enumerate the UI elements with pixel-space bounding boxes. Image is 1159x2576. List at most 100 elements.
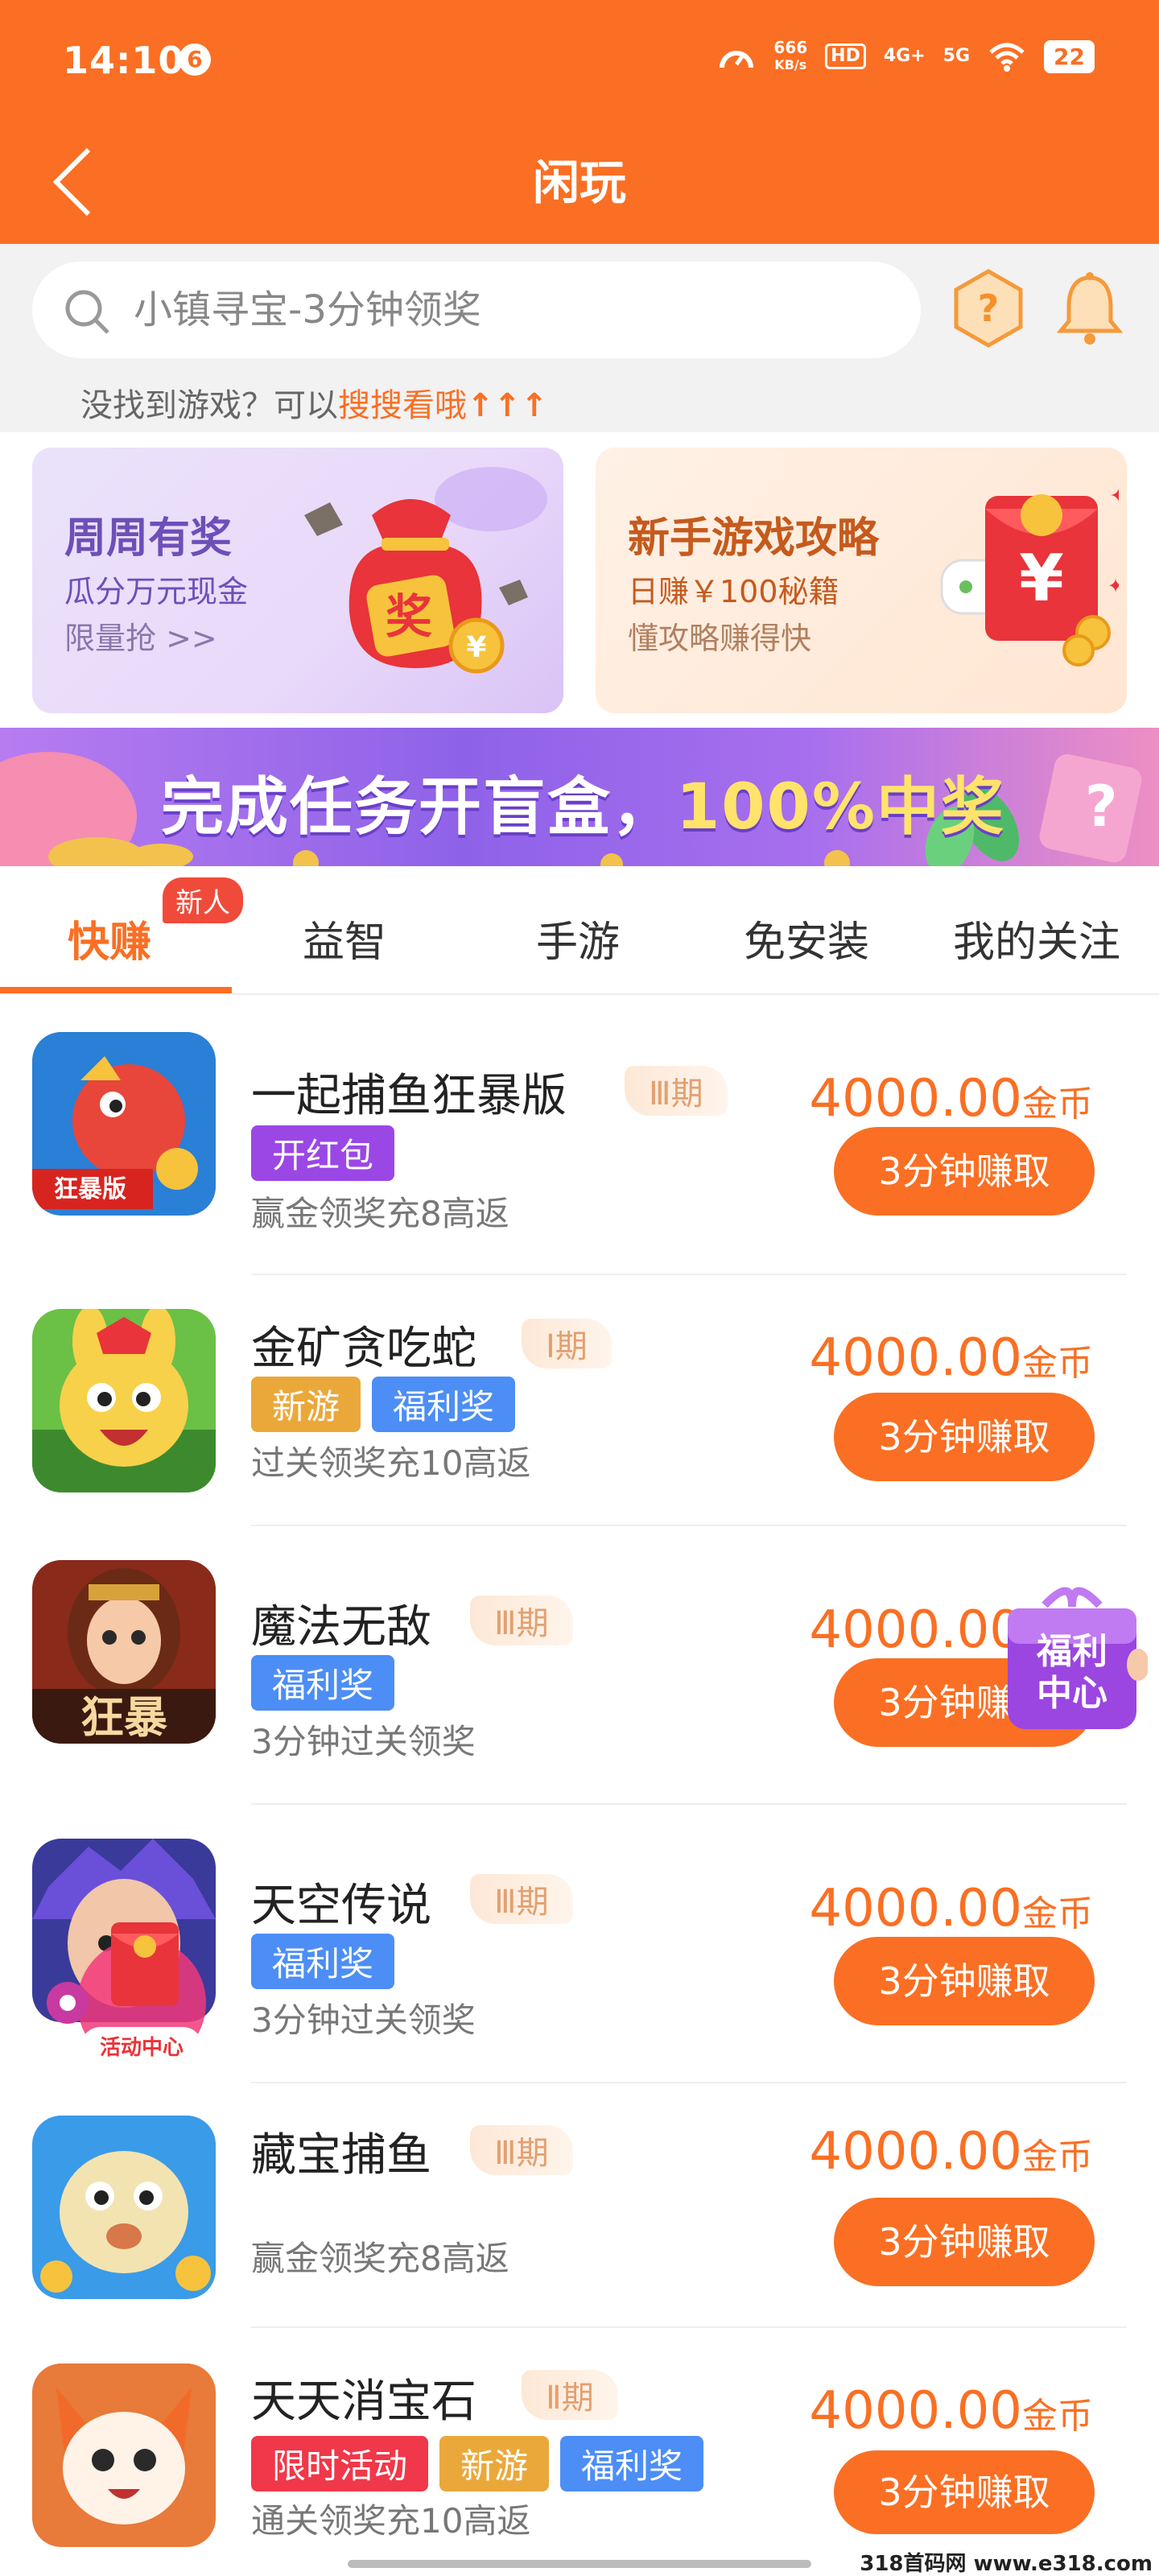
reward-amount: 4000.00 xyxy=(809,1328,1022,1388)
signal-4g-icon: 4G+ xyxy=(883,46,926,66)
svg-text:¥: ¥ xyxy=(466,631,486,664)
bell-icon[interactable] xyxy=(1054,270,1125,347)
wifi-icon xyxy=(989,43,1025,72)
game-period-badge: Ⅲ期 xyxy=(470,1874,573,1924)
promo-card-weekly-prize[interactable]: 周周有奖 瓜分万元现金 限量抢 >> 奖 ¥ xyxy=(32,448,563,713)
game-list-item[interactable]: 藏宝捕鱼 Ⅲ期 赢金领奖充8高返 4000.00金币 3分钟赚取 xyxy=(0,2083,1159,2328)
status-icons: 666 KB/s HD 4G+ 5G 22 xyxy=(717,39,1095,74)
game-period-badge: Ⅲ期 xyxy=(625,1066,728,1116)
game-list-item[interactable]: 金矿贪吃蛇 Ⅰ期 新游 福利奖 过关领奖充10高返 4000.00金币 3分钟赚… xyxy=(0,1275,1159,1526)
active-tab-underline xyxy=(0,987,232,993)
signal-5g-icon: 5G xyxy=(942,46,971,66)
game-reward: 4000.00金币 xyxy=(809,1879,1093,1938)
svg-text:¥: ¥ xyxy=(1019,541,1064,616)
tag-new-game: 新游 xyxy=(439,2436,550,2491)
search-icon xyxy=(65,290,109,334)
game-icon-fishing: 狂暴版 xyxy=(32,1032,216,1216)
search-input[interactable]: 小镇寻宝-3分钟领奖 xyxy=(32,262,921,358)
game-reward: 4000.00金币 xyxy=(809,2122,1093,2182)
blind-box-banner[interactable]: ? 完成任务开盲盒，100%中奖 xyxy=(0,728,1159,866)
tag-new-game: 新游 xyxy=(251,1377,361,1432)
activity-center-float-button[interactable]: 活动中心 xyxy=(43,1914,225,2072)
tag-welfare: 福利奖 xyxy=(251,1655,395,1711)
hd-icon: HD xyxy=(825,43,866,69)
earn-button[interactable]: 3分钟赚取 xyxy=(834,2450,1095,2534)
reward-unit: 金币 xyxy=(1022,2396,1093,2437)
svg-text:✦: ✦ xyxy=(1109,482,1119,510)
game-reward: 4000.00金币 xyxy=(809,1069,1093,1129)
banner-text-main: 完成任务开盲盒， xyxy=(161,771,677,844)
game-tags: 新游 福利奖 xyxy=(251,1377,516,1432)
reward-amount: 4000.00 xyxy=(809,1600,1022,1660)
tag-welfare: 福利奖 xyxy=(560,2436,704,2491)
reward-unit: 金币 xyxy=(1022,1343,1093,1384)
new-user-badge: 新人 xyxy=(163,877,243,923)
red-packet-icon: 活动中心 xyxy=(47,1922,206,2067)
game-icon-label: 狂暴 xyxy=(80,1692,167,1743)
promo-subtitle: 瓜分万元现金 xyxy=(64,574,249,609)
game-name: 天天消宝石 xyxy=(251,2376,476,2428)
reward-amount: 4000.00 xyxy=(809,1069,1022,1129)
earn-button[interactable]: 3分钟赚取 xyxy=(834,1937,1095,2025)
watermark: 318首码网 www.e318.com xyxy=(860,2552,1153,2576)
game-description: 通关领奖充10高返 xyxy=(251,2501,531,2541)
reward-unit: 金币 xyxy=(1022,1893,1093,1934)
home-indicator[interactable] xyxy=(348,2560,811,2568)
game-list-item[interactable]: 狂暴 魔法无敌 Ⅲ期 福利奖 3分钟过关领奖 4000.00金币 3分钟赚取 xyxy=(0,1526,1159,1805)
reward-unit: 金币 xyxy=(1022,2136,1093,2178)
welfare-center-float-button[interactable]: 福利 中心 xyxy=(996,1576,1149,1731)
reward-amount: 4000.00 xyxy=(809,1879,1022,1938)
tab-my-follows[interactable]: 我的关注 xyxy=(953,908,1120,968)
game-description: 赢金领奖充8高返 xyxy=(251,1194,509,1233)
tab-no-install[interactable]: 免安装 xyxy=(744,908,869,968)
speedometer-icon xyxy=(720,51,754,68)
tab-mobile-games[interactable]: 手游 xyxy=(536,908,620,968)
app-header: 14:10 6 666 KB/s HD 4G+ 5G 22 闲玩 xyxy=(0,0,1159,244)
tab-puzzle[interactable]: 益智 xyxy=(303,908,386,968)
promo-more-link: 限量抢 >> xyxy=(64,621,217,656)
promo-more-link: 懂攻略赚得快 xyxy=(628,621,812,656)
tag-welfare: 福利奖 xyxy=(372,1377,516,1432)
gift-box-icon: 福利 中心 xyxy=(1008,1587,1149,1729)
tab-quick-earn[interactable]: 快赚 xyxy=(68,908,151,968)
prize-bag-icon: 奖 ¥ xyxy=(304,467,547,674)
activity-center-label: 活动中心 xyxy=(100,2036,184,2060)
earn-button[interactable]: 3分钟赚取 xyxy=(834,1393,1095,1481)
game-name: 金矿贪吃蛇 xyxy=(251,1323,476,1375)
game-list-item[interactable]: 天天消宝石 Ⅱ期 限时活动 新游 福利奖 通关领奖充10高返 4000.00金币… xyxy=(0,2328,1159,2560)
net-speed-value: 666 xyxy=(773,38,808,57)
earn-button[interactable]: 3分钟赚取 xyxy=(834,1127,1095,1216)
promo-card-beginner-guide[interactable]: 新手游戏攻略 日赚￥100秘籍 懂攻略赚得快 ¥ ✦ ✦ xyxy=(596,448,1127,713)
search-hint-link[interactable]: 搜搜看哦 xyxy=(338,387,467,424)
svg-text:✦: ✦ xyxy=(1107,575,1119,597)
promo-title: 新手游戏攻略 xyxy=(628,514,880,563)
notification-count-badge: 6 xyxy=(179,43,211,76)
banner-text: 完成任务开盲盒，100%中奖 xyxy=(161,757,1005,847)
reward-amount: 4000.00 xyxy=(809,2381,1022,2441)
game-reward: 4000.00金币 xyxy=(809,1328,1093,1388)
game-period-badge: Ⅱ期 xyxy=(522,2370,618,2420)
game-description: 赢金领奖充8高返 xyxy=(251,2239,509,2278)
red-envelope-icon: ¥ ✦ ✦ xyxy=(940,482,1119,667)
search-placeholder: 小镇寻宝-3分钟领奖 xyxy=(134,287,481,332)
game-icon-gold-snake xyxy=(32,1309,216,1492)
game-tags: 限时活动 新游 福利奖 xyxy=(251,2436,704,2491)
game-description: 3分钟过关领奖 xyxy=(251,2000,476,2040)
prize-bag-label: 奖 xyxy=(386,589,432,644)
game-name: 一起捕鱼狂暴版 xyxy=(251,1070,567,1122)
search-hint: 没找到游戏？可以搜搜看哦↑↑↑ xyxy=(80,379,548,426)
game-description: 3分钟过关领奖 xyxy=(251,1722,476,1761)
game-reward: 4000.00金币 xyxy=(809,2381,1093,2441)
reward-unit: 金币 xyxy=(1022,1084,1093,1125)
battery-indicator: 22 xyxy=(1044,39,1095,73)
game-list-item[interactable]: 狂暴版 一起捕鱼狂暴版 Ⅲ期 开红包 赢金领奖充8高返 4000.00金币 3分… xyxy=(0,997,1159,1275)
game-tags: 福利奖 xyxy=(251,1934,395,1989)
welfare-label-line2: 中心 xyxy=(1037,1673,1107,1714)
net-speed-unit: KB/s xyxy=(774,57,807,72)
tag-red-packet: 开红包 xyxy=(251,1125,395,1181)
banner-text-highlight: 100%中奖 xyxy=(676,771,1005,844)
promo-title: 周周有奖 xyxy=(64,514,233,563)
help-icon[interactable]: ? xyxy=(953,268,1024,349)
earn-button[interactable]: 3分钟赚取 xyxy=(834,2198,1095,2286)
game-name: 藏宝捕鱼 xyxy=(251,2129,431,2182)
